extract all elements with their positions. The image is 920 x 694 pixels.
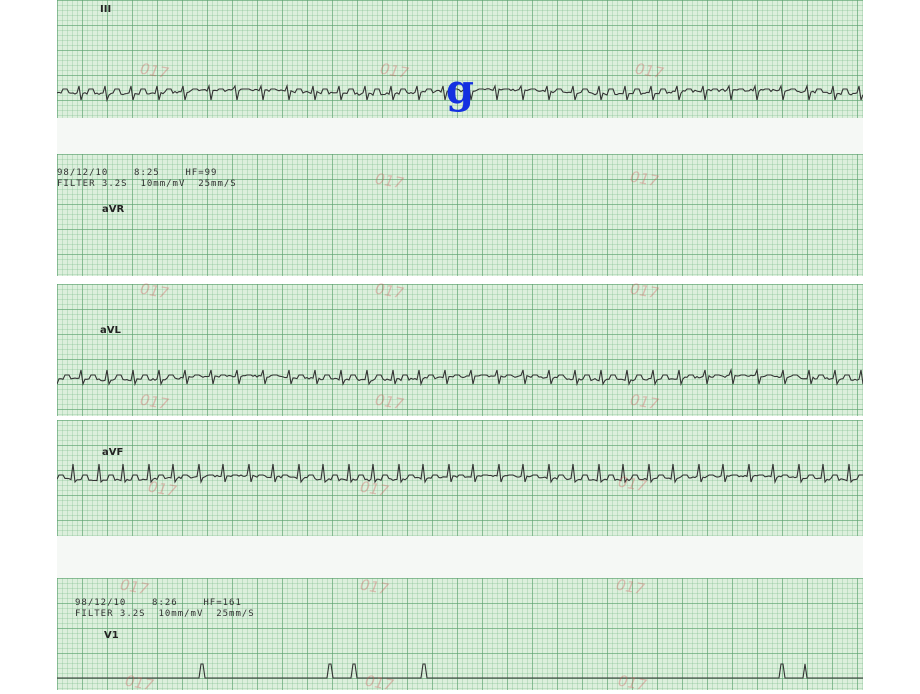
ecg-strip-avf [57, 420, 863, 536]
panel-letter: g [446, 66, 474, 113]
lead-label-avl: aVL [100, 325, 121, 336]
recording-header-2: 98/12/10 8:26 HF=161 FILTER 3.2S 10mm/mV… [75, 598, 255, 619]
ecg-strip-v1 [57, 578, 863, 690]
ecg-trace-avl [57, 367, 863, 387]
lead-label-v1: V1 [104, 630, 119, 641]
ecg-trace-avf [57, 463, 863, 485]
watermark: 017 [363, 671, 395, 694]
ecg-trace-v1 [57, 663, 863, 679]
strip-gap [57, 118, 863, 154]
recording-header-1: 98/12/10 8:25 HF=99 FILTER 3.2S 10mm/mV … [57, 168, 237, 189]
watermark: 017 [616, 671, 648, 694]
ecg-strip-avl [57, 284, 863, 416]
lead-label-iii: III [100, 4, 112, 15]
strip-gap [57, 536, 863, 578]
lead-label-avr: aVR [102, 204, 125, 215]
strip-separator [57, 276, 863, 284]
lead-label-avf: aVF [102, 447, 124, 458]
watermark: 017 [123, 671, 155, 694]
